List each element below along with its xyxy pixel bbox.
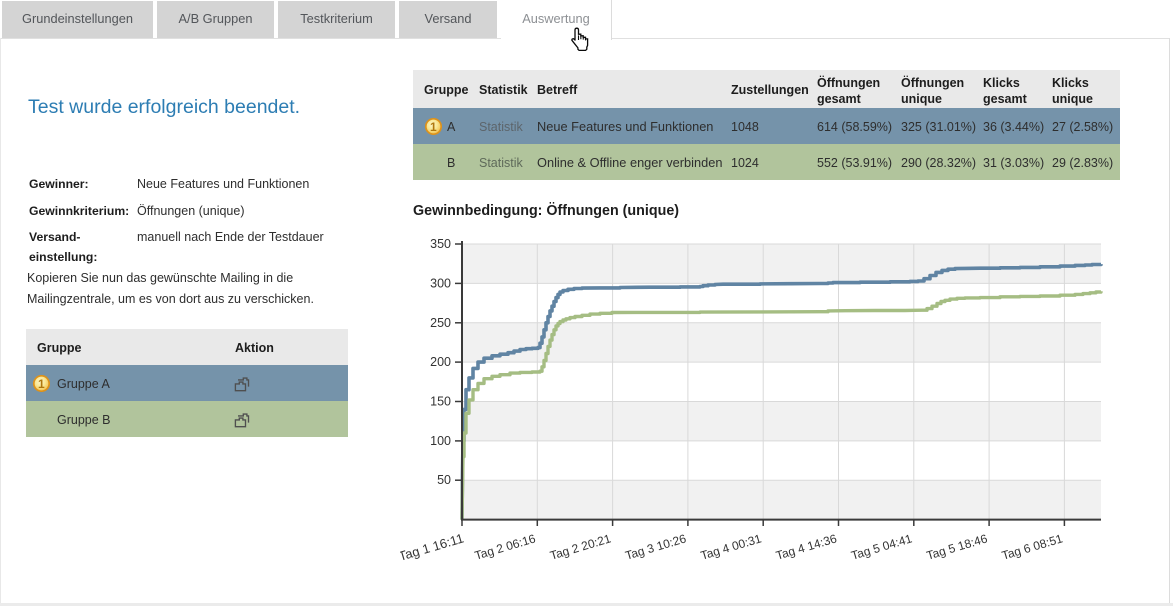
svg-text:Tag 1 16:11: Tag 1 16:11 xyxy=(400,530,465,563)
svg-text:150: 150 xyxy=(430,395,451,409)
svg-text:1: 1 xyxy=(38,377,45,391)
svg-text:Tag 3 10:26: Tag 3 10:26 xyxy=(624,531,688,562)
svg-text:200: 200 xyxy=(430,355,451,369)
svg-text:Tag 4 00:31: Tag 4 00:31 xyxy=(699,531,763,562)
svg-text:50: 50 xyxy=(437,473,451,487)
svg-text:Tag 2 20:21: Tag 2 20:21 xyxy=(548,531,612,562)
svg-text:Tag 2 06:16: Tag 2 06:16 xyxy=(473,531,537,562)
svg-text:350: 350 xyxy=(430,237,451,251)
svg-text:250: 250 xyxy=(430,316,451,330)
svg-text:100: 100 xyxy=(430,434,451,448)
svg-text:Tag 4 14:36: Tag 4 14:36 xyxy=(774,531,838,562)
svg-text:300: 300 xyxy=(430,276,451,290)
svg-text:Tag 5 04:41: Tag 5 04:41 xyxy=(850,531,914,562)
svg-text:Tag 6 08:51: Tag 6 08:51 xyxy=(1000,531,1064,562)
svg-text:Tag 5 18:46: Tag 5 18:46 xyxy=(925,531,989,562)
svg-text:1: 1 xyxy=(430,120,437,134)
